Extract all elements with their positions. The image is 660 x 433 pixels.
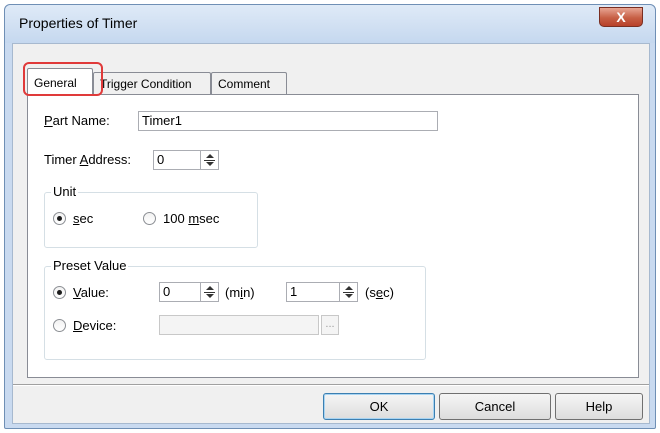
preset-value-group-title: Preset Value bbox=[51, 258, 129, 273]
cancel-button[interactable]: Cancel bbox=[439, 393, 551, 420]
preset-device-radio[interactable] bbox=[53, 319, 66, 332]
preset-sec-unit-label: (sec) bbox=[365, 285, 394, 300]
preset-value-radio-label[interactable]: Value: bbox=[73, 285, 109, 300]
preset-sec-input[interactable]: 1 bbox=[286, 282, 340, 302]
spin-divider bbox=[204, 292, 215, 293]
dialog-title: Properties of Timer bbox=[19, 15, 138, 31]
part-name-input[interactable]: Timer1 bbox=[138, 111, 438, 131]
timer-address-label: Timer Address: bbox=[44, 152, 131, 167]
spin-down-icon bbox=[345, 294, 353, 298]
tab-trigger-condition[interactable]: Trigger Condition bbox=[93, 72, 211, 94]
unit-sec-label[interactable]: sec bbox=[73, 211, 93, 226]
close-button[interactable]: X bbox=[599, 7, 643, 27]
tab-highlight-annotation bbox=[23, 62, 103, 96]
preset-min-input[interactable]: 0 bbox=[159, 282, 201, 302]
preset-min-spinner[interactable] bbox=[201, 282, 219, 302]
title-bar[interactable]: Properties of Timer X bbox=[5, 5, 655, 43]
dialog-client-area: General Trigger Condition Comment Part N… bbox=[12, 43, 650, 424]
unit-100msec-radio[interactable] bbox=[143, 212, 156, 225]
unit-100msec-label[interactable]: 100 msec bbox=[163, 211, 219, 226]
spin-up-icon bbox=[206, 286, 214, 290]
ok-button[interactable]: OK bbox=[323, 393, 435, 420]
tab-trigger-condition-label: Trigger Condition bbox=[100, 77, 192, 91]
unit-group-title: Unit bbox=[51, 184, 79, 199]
close-icon: X bbox=[616, 9, 626, 25]
device-browse-button[interactable]: ... bbox=[321, 315, 339, 335]
part-name-label: Part Name: bbox=[44, 113, 110, 128]
tab-comment-label: Comment bbox=[218, 77, 271, 91]
spin-down-icon bbox=[206, 294, 214, 298]
timer-address-spinner[interactable] bbox=[201, 150, 219, 170]
preset-value-radio[interactable] bbox=[53, 286, 66, 299]
preset-sec-spinner[interactable] bbox=[340, 282, 358, 302]
spin-down-icon bbox=[206, 162, 214, 166]
spin-up-icon bbox=[345, 286, 353, 290]
button-separator bbox=[13, 384, 649, 386]
spin-up-icon bbox=[206, 154, 214, 158]
spin-divider bbox=[343, 292, 354, 293]
preset-min-unit-label: (min) bbox=[225, 285, 255, 300]
help-button[interactable]: Help bbox=[555, 393, 643, 420]
properties-dialog: Properties of Timer X General Trigger Co… bbox=[4, 4, 656, 429]
preset-device-radio-label[interactable]: Device: bbox=[73, 318, 116, 333]
spin-divider bbox=[204, 160, 215, 161]
general-tab-panel: Part Name: Timer1 Timer Address: 0 Unit … bbox=[27, 94, 639, 378]
unit-group: Unit sec 100 msec bbox=[44, 184, 258, 248]
timer-address-input[interactable]: 0 bbox=[153, 150, 201, 170]
preset-value-group: Preset Value Value: 0 (min) 1 (sec) Devi… bbox=[44, 258, 426, 360]
tab-comment[interactable]: Comment bbox=[211, 72, 287, 94]
unit-sec-radio[interactable] bbox=[53, 212, 66, 225]
preset-device-input[interactable] bbox=[159, 315, 319, 335]
